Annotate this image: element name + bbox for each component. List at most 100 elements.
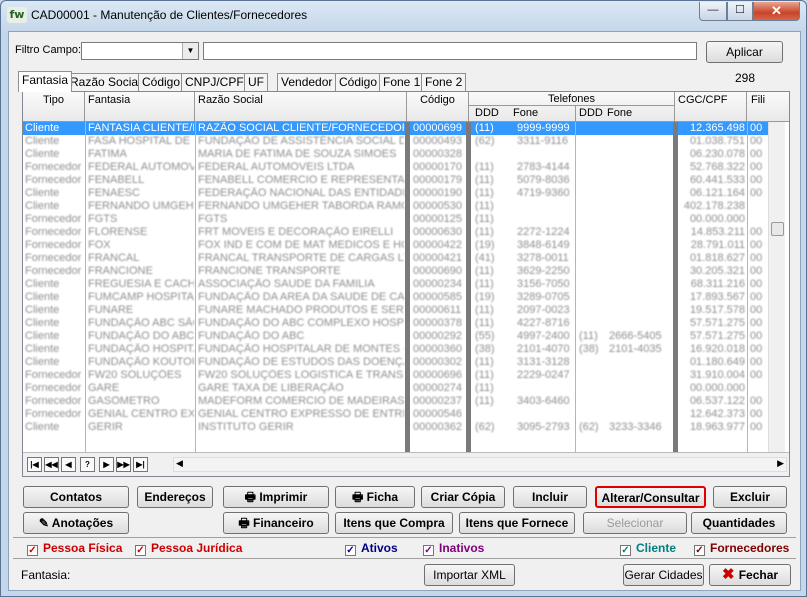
- horizontal-scrollbar[interactable]: ◀ ▶: [173, 457, 787, 472]
- financeiro-button[interactable]: 🖶 Financeiro: [223, 512, 329, 534]
- table-row[interactable]: Fornecedor FRANCIONE FRANCIONE TRANSPORTE 0…: [23, 265, 768, 278]
- inativos-label: Inativos: [439, 541, 485, 555]
- cell-codigo: 00000690: [413, 265, 462, 277]
- vertical-scrollbar[interactable]: [768, 122, 785, 452]
- excluir-button[interactable]: Excluir: [713, 486, 787, 508]
- table-row[interactable]: Cliente FUNARE FUNARE MACHADO PRODUTOS E S…: [23, 304, 768, 317]
- table-row[interactable]: Fornecedor GENIAL CENTRO EXPRE GENIAL CENT…: [23, 408, 768, 421]
- tab-razao-social[interactable]: Razão Social: [66, 73, 145, 91]
- prev-record-button[interactable]: ◀: [61, 457, 76, 472]
- maximize-button[interactable]: ☐: [727, 2, 753, 21]
- table-row[interactable]: Fornecedor FGTS FGTS 00000125 (11) 00.000.000: [23, 213, 768, 226]
- pessoa-fisica-checkbox[interactable]: ✓ Pessoa Física: [27, 541, 122, 556]
- cell-tipo: Cliente: [25, 304, 60, 316]
- col-telefones[interactable]: Telefones DDD Fone DDD Fone: [469, 92, 675, 122]
- anotacoes-label: Anotações: [51, 516, 114, 530]
- cell-fantasia: FERNANDO UMGEHER: [88, 200, 194, 212]
- table-row[interactable]: Cliente FUNDAÇÃO ABC SÃO FUNDAÇÃO DO ABC C…: [23, 317, 768, 330]
- apply-button[interactable]: Aplicar: [706, 41, 783, 63]
- incluir-button[interactable]: Incluir: [513, 486, 587, 508]
- table-row[interactable]: Fornecedor FOX FOX IND E COM DE MAT MEDICO…: [23, 239, 768, 252]
- filter-text-input[interactable]: [203, 42, 697, 60]
- table-row[interactable]: Cliente FUNDAÇÃO HOSPITALA FUNDAÇÃO HOSPIT…: [23, 343, 768, 356]
- table-row[interactable]: Cliente FUMCAMP HOSPITAL N FUNDAÇÃO DA ARE…: [23, 291, 768, 304]
- tab-fone-2[interactable]: Fone 2: [421, 73, 467, 91]
- quantidades-button[interactable]: Quantidades: [691, 512, 787, 534]
- table-row[interactable]: Fornecedor FLORENSE FRT MOVEIS E DECORAÇÃO…: [23, 226, 768, 239]
- tab-uf[interactable]: UF: [244, 73, 268, 91]
- alterar-consultar-button[interactable]: Alterar/Consultar: [595, 486, 706, 508]
- next-record-button[interactable]: ▶: [99, 457, 114, 472]
- table-row[interactable]: Cliente FREGUESIA E CACHOEI ASSOCIAÇÃO SAU…: [23, 278, 768, 291]
- table-row[interactable]: Cliente FASA HOSPITAL DE FAS FUNDAÇÃO DE A…: [23, 135, 768, 148]
- importar-xml-button[interactable]: Importar XML: [424, 564, 515, 586]
- prev-page-button[interactable]: ◀◀: [44, 457, 59, 472]
- ativos-label: Ativos: [361, 541, 398, 555]
- itens-compra-button[interactable]: Itens que Compra: [335, 512, 453, 534]
- enderecos-button[interactable]: Endereços: [137, 486, 213, 508]
- tab-codigo-vendedor[interactable]: Código: [335, 73, 382, 91]
- pessoa-juridica-checkbox[interactable]: ✓ Pessoa Jurídica: [135, 541, 242, 556]
- help-button[interactable]: ?: [80, 457, 95, 472]
- table-row[interactable]: Fornecedor FENABELL FENABELL COMERCIO E RE…: [23, 174, 768, 187]
- table-row[interactable]: Cliente FENAESC FEDERAÇÃO NACIONAL DAS ENT…: [23, 187, 768, 200]
- tab-vendedor[interactable]: Vendedor: [277, 73, 337, 91]
- scroll-left-icon[interactable]: ◀: [176, 458, 183, 469]
- col-razao-social[interactable]: Razão Social: [195, 92, 407, 122]
- ativos-checkbox[interactable]: ✓ Ativos: [345, 541, 398, 556]
- first-record-button[interactable]: |◀: [27, 457, 42, 472]
- cliente-checkbox[interactable]: ✓ Cliente: [620, 541, 676, 556]
- cell-cgc: 01.038.751: [689, 135, 745, 147]
- table-row[interactable]: Fornecedor FEDERAL AUTOMOVEIS FEDERAL AUTO…: [23, 161, 768, 174]
- filter-field-combo[interactable]: ▼: [81, 42, 199, 60]
- cell-ddd1: (11): [475, 200, 494, 212]
- inativos-checkbox[interactable]: ✓ Inativos: [423, 541, 484, 556]
- check-icon: ✓: [423, 545, 434, 556]
- scroll-right-icon[interactable]: ▶: [777, 458, 784, 469]
- cell-razao: FERNANDO UMGEHER TABORDA RAMOS: [198, 200, 404, 212]
- table-row[interactable]: Fornecedor FW20 SOLUÇÕES FW20 SOLUÇÕES LOG…: [23, 369, 768, 382]
- table-row[interactable]: Fornecedor GARE GARE TAXA DE LIBERAÇÃO 0000…: [23, 382, 768, 395]
- fornecedores-checkbox[interactable]: ✓ Fornecedores: [694, 541, 789, 556]
- minimize-button[interactable]: —: [699, 2, 727, 21]
- last-record-button[interactable]: ▶|: [133, 457, 148, 472]
- col-cgc-cpf[interactable]: CGC/CPF: [675, 92, 747, 122]
- col-tipo[interactable]: Tipo: [23, 92, 85, 122]
- table-row[interactable]: Cliente FUNDAÇÃO DO ABC FUNDAÇÃO DO ABC 000…: [23, 330, 768, 343]
- cell-fili: 00: [750, 291, 763, 303]
- cell-cgc: 28.791.011: [690, 239, 745, 251]
- anotacoes-button[interactable]: ✎ Anotações: [23, 512, 129, 534]
- criar-copia-button[interactable]: Criar Cópia: [421, 486, 505, 508]
- cell-fone1: 5079-8036: [517, 174, 570, 186]
- table-row[interactable]: Cliente FERNANDO UMGEHER FERNANDO UMGEHER …: [23, 200, 768, 213]
- fechar-button[interactable]: ✖ Fechar: [709, 564, 791, 586]
- cell-tipo: Cliente: [25, 343, 60, 355]
- cell-tipo: Cliente: [25, 330, 60, 342]
- itens-fornece-button[interactable]: Itens que Fornece: [459, 512, 575, 534]
- table-row[interactable]: Cliente FUNDAÇÃO KOUTOULAS FUNDAÇÃO DE EST…: [23, 356, 768, 369]
- col-fantasia[interactable]: Fantasia: [85, 92, 195, 122]
- contatos-button[interactable]: Contatos: [23, 486, 129, 508]
- scroll-thumb[interactable]: [771, 222, 784, 236]
- gerar-cidades-button[interactable]: Gerar Cidades: [623, 564, 704, 586]
- tab-cnpj-cpf[interactable]: CNPJ/CPF: [181, 73, 248, 91]
- check-icon: ✓: [135, 545, 146, 556]
- tab-codigo[interactable]: Código: [138, 73, 185, 91]
- selecionar-button[interactable]: Selecionar: [583, 512, 687, 534]
- table-row[interactable]: Cliente GERIR INSTITUTO GERIR 00000362 (62) 3…: [23, 421, 768, 434]
- col-codigo[interactable]: Código: [407, 92, 469, 122]
- close-button[interactable]: ✕: [753, 2, 800, 21]
- customers-grid[interactable]: Tipo Fantasia Razão Social Código Telefo…: [22, 91, 790, 477]
- table-row[interactable]: Fornecedor FRANCAL FRANCAL TRANSPORTE DE C…: [23, 252, 768, 265]
- imprimir-button[interactable]: 🖶 Imprimir: [223, 486, 329, 508]
- table-row[interactable]: Cliente FATIMA MARIA DE FATIMA DE SOUZA SI…: [23, 148, 768, 161]
- col-ddd1-label: DDD: [475, 107, 499, 119]
- table-row[interactable]: Cliente FANTASIA CLIENTE/FORNECEDOR RAZÃO …: [23, 122, 768, 135]
- next-page-button[interactable]: ▶▶: [116, 457, 131, 472]
- col-fili[interactable]: Fili: [747, 92, 789, 122]
- tab-fone-1[interactable]: Fone 1: [379, 73, 425, 91]
- table-row[interactable]: Fornecedor GASOMETRO MADEFORM COMERCIO DE …: [23, 395, 768, 408]
- tab-fantasia[interactable]: Fantasia: [18, 71, 73, 92]
- ficha-button[interactable]: 🖶 Ficha: [335, 486, 415, 508]
- chevron-down-icon[interactable]: ▼: [182, 43, 198, 59]
